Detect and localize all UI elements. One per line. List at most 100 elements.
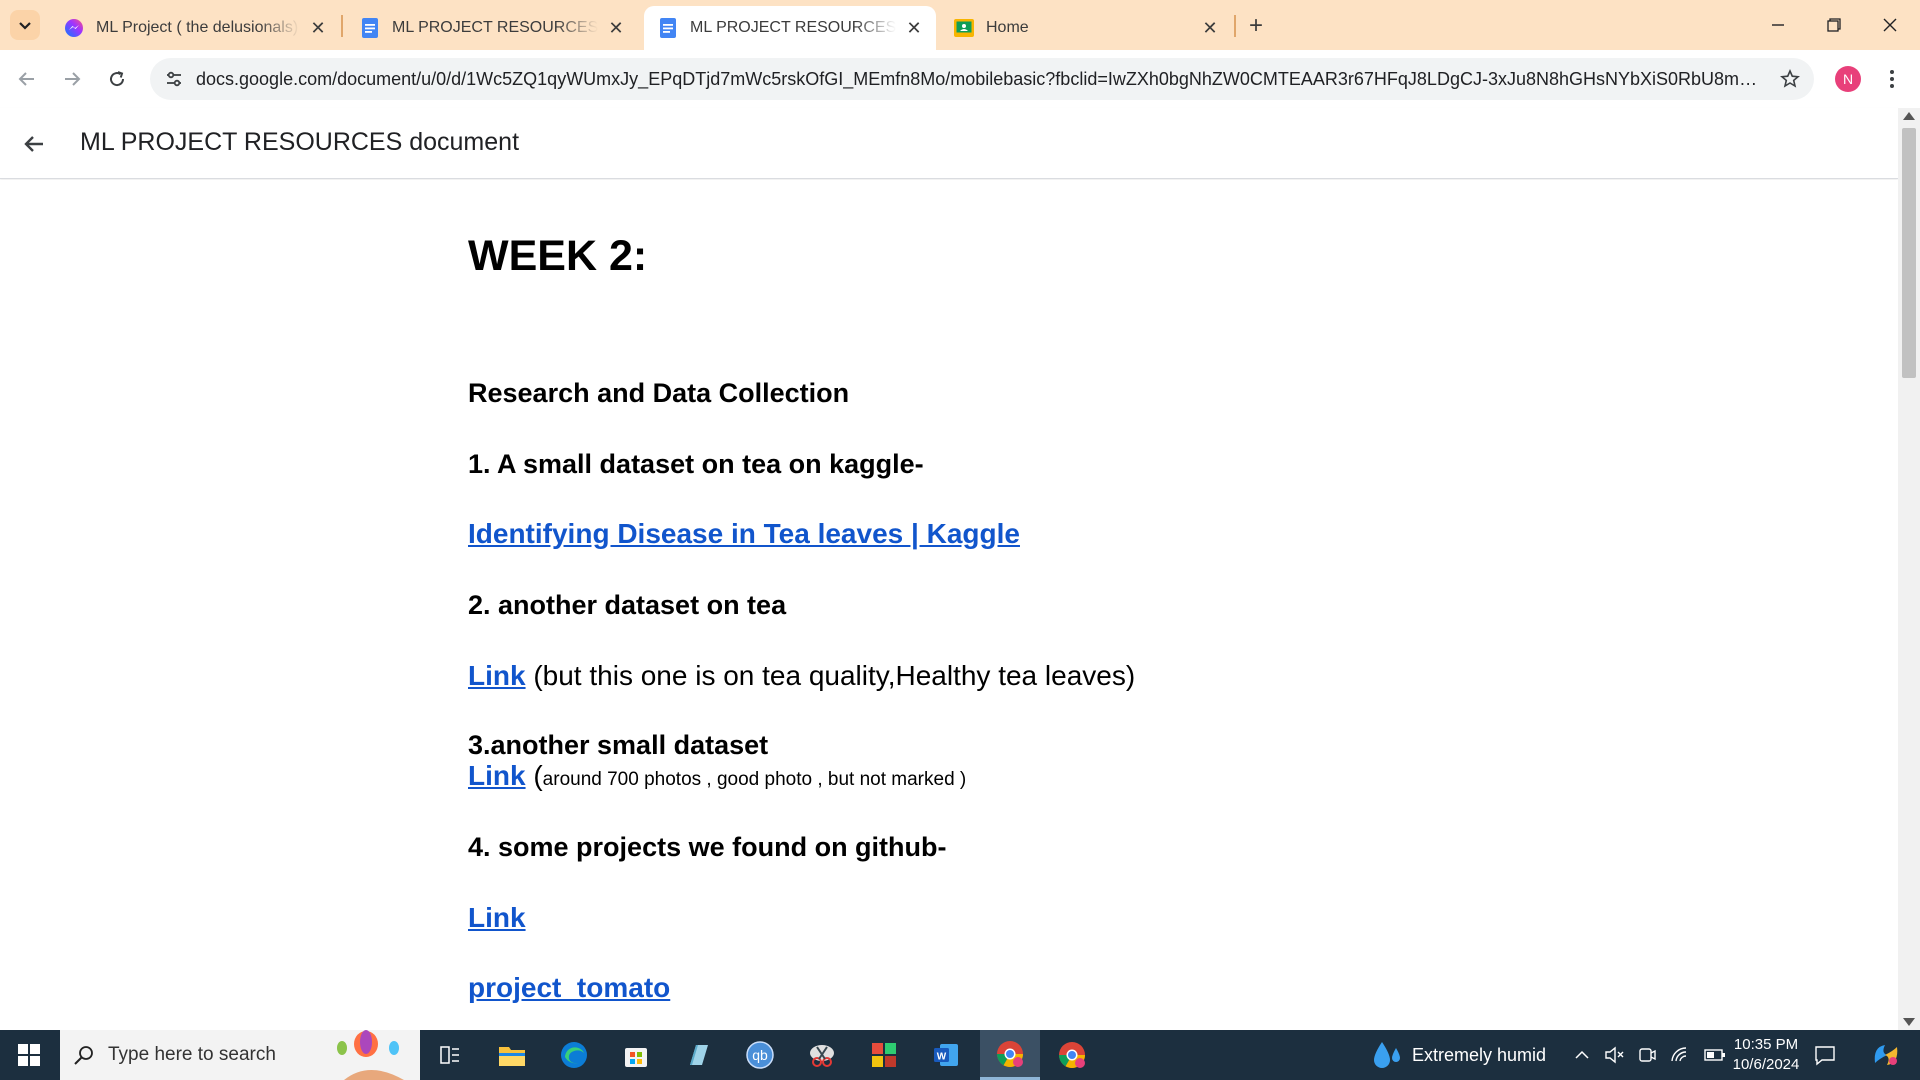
reload-icon	[110, 71, 125, 87]
file-explorer-icon	[499, 1047, 525, 1066]
close-window-button[interactable]	[1862, 0, 1918, 50]
item3-paren: (	[525, 760, 543, 791]
microsoft-store-button[interactable]	[606, 1030, 666, 1080]
arrow-left-icon	[24, 136, 43, 152]
item2-note: (but this one is on tea quality,Healthy …	[525, 660, 1136, 691]
messenger-icon	[64, 18, 84, 38]
task-view-button[interactable]	[420, 1030, 480, 1080]
notifications-button[interactable]	[1800, 1030, 1850, 1080]
tab-home[interactable]: Home ✕	[940, 6, 1232, 50]
snipping-tool-button[interactable]	[792, 1030, 852, 1080]
windows-logo-icon	[18, 1044, 40, 1066]
scroll-up-icon[interactable]	[1903, 112, 1915, 120]
close-icon[interactable]: ✕	[604, 16, 628, 40]
project-tomato-link[interactable]: project_tomato	[468, 972, 670, 1004]
browser-menu-button[interactable]	[1880, 64, 1904, 94]
qbittorrent-button[interactable]: qb	[730, 1030, 790, 1080]
taskbar-search[interactable]: Type here to search	[60, 1030, 420, 1080]
edge-icon	[561, 1042, 587, 1068]
search-placeholder: Type here to search	[108, 1044, 276, 1065]
item4-heading: 4. some projects we found on github-	[468, 832, 947, 862]
close-icon[interactable]: ✕	[1198, 16, 1222, 40]
tab-title: ML Project ( the delusionals) | Messenge…	[96, 19, 300, 36]
tab-ml-resources-active[interactable]: ML PROJECT RESOURCES document ✕	[644, 6, 936, 50]
week-heading: WEEK 2:	[468, 232, 648, 280]
edge-button[interactable]	[544, 1030, 604, 1080]
github-project-link[interactable]: Link	[468, 902, 526, 934]
site-settings-icon[interactable]	[154, 58, 194, 100]
copilot-icon	[1874, 1045, 1898, 1065]
chevron-down-icon	[19, 22, 31, 30]
meet-now-icon[interactable]	[1638, 1046, 1656, 1064]
doc-header: ML PROJECT RESOURCES document	[0, 108, 1898, 179]
notepad-icon	[690, 1045, 708, 1065]
page-scrollbar[interactable]	[1898, 108, 1920, 1030]
tab-ml-resources-1[interactable]: ML PROJECT RESOURCES document ✕	[346, 6, 638, 50]
tab-separator	[341, 15, 343, 37]
search-icon	[60, 1044, 108, 1066]
water-drop-icon	[1374, 1042, 1400, 1068]
google-classroom-icon	[954, 18, 974, 38]
doc-back-button[interactable]	[16, 126, 52, 162]
start-button[interactable]	[0, 1030, 58, 1080]
close-icon[interactable]: ✕	[306, 16, 330, 40]
new-tab-button[interactable]: +	[1240, 10, 1272, 42]
item3-line: Link (around 700 photos , good photo , b…	[468, 760, 966, 792]
google-docs-icon	[360, 18, 380, 38]
notepad-button[interactable]	[668, 1030, 728, 1080]
weather-text: Extremely humid	[1412, 1044, 1547, 1065]
url-text[interactable]: docs.google.com/document/u/0/d/1Wc5ZQ1qy…	[196, 69, 1766, 90]
windows-taskbar: Type here to search qb W Extremely humid…	[0, 1030, 1920, 1080]
item1-heading: 1. A small dataset on tea on kaggle-	[468, 449, 924, 479]
tab-title: ML PROJECT RESOURCES document	[392, 19, 598, 36]
word-icon: W	[934, 1044, 958, 1066]
back-button[interactable]	[10, 62, 44, 96]
tab-messenger[interactable]: ML Project ( the delusionals) | Messenge…	[50, 6, 340, 50]
office-button[interactable]	[854, 1030, 914, 1080]
chrome-button[interactable]	[1042, 1030, 1102, 1080]
file-explorer-button[interactable]	[482, 1030, 542, 1080]
chrome-icon	[1059, 1042, 1085, 1068]
tab-strip: ML Project ( the delusionals) | Messenge…	[0, 0, 1920, 50]
close-icon	[1883, 18, 1897, 32]
item2-line: Link (but this one is on tea quality,Hea…	[468, 660, 1135, 692]
speaker-muted-icon[interactable]	[1604, 1046, 1624, 1064]
close-icon[interactable]: ✕	[902, 16, 926, 40]
restore-button[interactable]	[1806, 0, 1862, 50]
reload-button[interactable]	[100, 62, 134, 96]
svg-text:W: W	[937, 1052, 947, 1063]
wifi-icon[interactable]	[1670, 1046, 1690, 1064]
svg-text:qb: qb	[752, 1047, 768, 1063]
notification-icon	[1815, 1046, 1835, 1066]
copilot-button[interactable]	[1856, 1030, 1916, 1080]
chrome-profile-button[interactable]	[980, 1030, 1040, 1080]
doc-title: ML PROJECT RESOURCES document	[80, 128, 520, 156]
tab-search-button[interactable]	[10, 10, 40, 40]
minimize-icon	[1772, 24, 1784, 26]
word-button[interactable]: W	[916, 1030, 976, 1080]
tab-separator	[1234, 15, 1236, 37]
forward-button[interactable]	[55, 62, 89, 96]
bookmark-star-icon[interactable]	[1778, 67, 1802, 91]
microsoft-store-icon	[625, 1048, 647, 1067]
address-bar[interactable]: docs.google.com/document/u/0/d/1Wc5ZQ1qy…	[150, 58, 1814, 100]
profile-avatar[interactable]: N	[1835, 66, 1861, 92]
tea-quality-link[interactable]: Link	[468, 660, 526, 691]
small-dataset-link[interactable]: Link	[468, 760, 526, 791]
chevron-up-icon[interactable]	[1574, 1047, 1590, 1063]
scrollbar-thumb[interactable]	[1902, 128, 1916, 378]
google-docs-icon	[658, 18, 678, 38]
task-view-icon	[440, 1046, 459, 1064]
kaggle-dataset-link[interactable]: Identifying Disease in Tea leaves | Kagg…	[468, 518, 1020, 550]
arrow-right-icon	[65, 72, 81, 86]
snipping-tool-icon	[810, 1045, 834, 1067]
minimize-button[interactable]	[1750, 0, 1806, 50]
weather-widget[interactable]: Extremely humid	[1370, 1030, 1546, 1080]
item3-heading: 3.another small dataset	[468, 730, 769, 760]
document-body: WEEK 2: Research and Data Collection 1. …	[0, 180, 1898, 1030]
arrow-left-icon	[18, 72, 34, 86]
scroll-down-icon[interactable]	[1903, 1018, 1915, 1026]
item3-note: around 700 photos , good photo , but not…	[542, 769, 967, 790]
system-tray	[1574, 1030, 1726, 1080]
tab-title: Home	[986, 19, 1029, 36]
